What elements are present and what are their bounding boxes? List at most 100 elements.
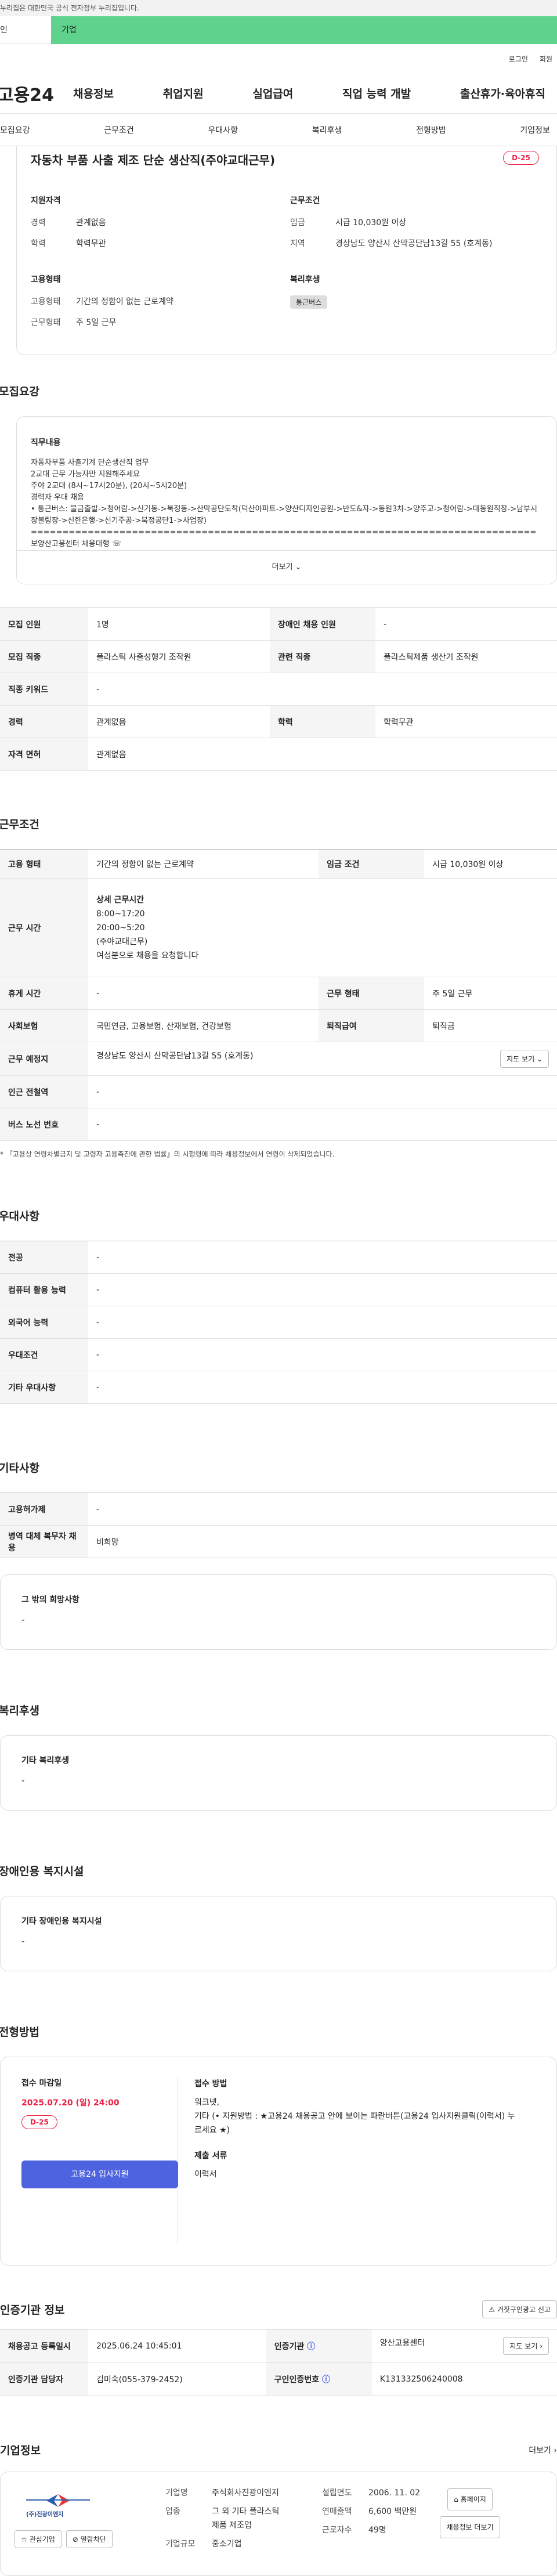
cell: 퇴직급여 — [319, 1009, 425, 1042]
cell: 고용허가제 — [0, 1493, 88, 1526]
cell: 사회보험 — [0, 1009, 88, 1042]
cell: 버스 노선 번호 — [0, 1108, 88, 1141]
info-icon[interactable]: ⓘ — [307, 2342, 315, 2351]
subnav-item[interactable]: 복리후생 — [312, 124, 342, 136]
industry-value: 그 외 기타 플라스틱 제품 제조업 — [212, 2507, 280, 2530]
table-row: 휴게 시간 - 근무 형태 주 5일 근무 — [0, 977, 557, 1010]
tab-personal[interactable]: 인 — [0, 16, 51, 44]
cell: - — [88, 1273, 557, 1306]
job-summary-card: 자동차 부품 사출 제조 단순 생산직(주야교대근무) D-25 지원자격 경력… — [16, 146, 557, 355]
cell: 관련 직종 — [270, 640, 375, 673]
cell: 퇴직금 — [424, 1009, 557, 1042]
block-company-button[interactable]: ⊘ 열람차단 — [66, 2530, 113, 2548]
etc-table: 고용허가제 - 병역 대체 복무자 채용 비희망 — [0, 1493, 557, 1558]
table-row: 병역 대체 복무자 채용 비희망 — [0, 1525, 557, 1558]
name-value: 주식회사진광이엔지 — [212, 2488, 279, 2498]
info-icon[interactable]: ⓘ — [322, 2375, 330, 2384]
block-label: 열람차단 — [80, 2535, 106, 2544]
table-row: 전공 - — [0, 1241, 557, 1274]
table-row: 근무 시간 상세 근무시간 8:00~17:20 20:00~5:20 (주야교… — [0, 878, 557, 977]
cert-map-button[interactable]: 지도 보기 › — [503, 2337, 549, 2355]
emp-count-value: 49명 — [368, 2526, 386, 2535]
est-key: 설립연도 — [322, 2488, 352, 2498]
cell: - — [88, 1306, 557, 1339]
block-icon: ⊘ — [72, 2535, 78, 2544]
table-row: 고용 형태 기간의 정함이 없는 근로계약 임금 조건 시급 10,030원 이… — [0, 849, 557, 879]
cell: 인근 전철역 — [0, 1075, 88, 1108]
table-row: 근무 예정지 경상남도 양산시 산막공단남13길 55 (호계동) 지도 보기 ⌄ — [0, 1042, 557, 1076]
cell: 국민연금, 고용보험, 산재보험, 건강보험 — [88, 1009, 319, 1042]
login-link[interactable]: 로그인 — [509, 54, 528, 64]
gov-notice-text: 누리집은 대한민국 공식 전자정부 누리집입니다. — [0, 4, 139, 12]
cell: 외국어 능력 — [0, 1306, 88, 1339]
method-label: 접수 방법 — [194, 2079, 227, 2089]
subnav-item[interactable]: 전형방법 — [416, 124, 446, 136]
cell: - — [88, 1493, 557, 1526]
place-value: 경상남도 양산시 산막공단남13길 55 (호계동) — [96, 1052, 254, 1061]
map-label: 지도 보기 — [509, 2342, 538, 2350]
company-more-label: 더보기 — [529, 2445, 551, 2455]
pref-table: 전공 - 컴퓨터 활용 능력 - 외국어 능력 - 우대조건 - 기타 우대사항 - — [0, 1241, 557, 1404]
subnav-item[interactable]: 우대사항 — [208, 124, 238, 136]
edu-key: 학력 — [31, 239, 46, 248]
docs-label: 제출 서류 — [194, 2151, 227, 2160]
table-row: 모집 직종 플라스틱 사출성형기 조작원 관련 직종 플라스틱제품 생산기 조작원 — [0, 640, 557, 673]
cell: 휴게 시간 — [0, 977, 88, 1010]
cert-agency: 양산고용센터 — [379, 2339, 425, 2348]
emptype-value: 기간의 정함이 없는 근로계약 — [76, 297, 173, 306]
exp-value: 관계없음 — [76, 218, 106, 227]
welfare-box-value: - — [21, 1775, 25, 1786]
gnb-item[interactable]: 실업급여 — [247, 85, 299, 101]
home-icon: ⌂ — [454, 2495, 458, 2503]
cell: 모집 인원 — [0, 608, 88, 641]
table-row: 컴퓨터 활용 능력 - — [0, 1273, 557, 1306]
more-label: 더보기 — [272, 563, 293, 572]
cert-no-key: 구인인증번호 — [274, 2375, 320, 2384]
join-link[interactable]: 회원 — [540, 54, 552, 64]
cell: 자격 면허 — [0, 738, 88, 771]
worktype-key: 근무형태 — [31, 318, 61, 327]
map-button[interactable]: 지도 보기 ⌄ — [500, 1050, 549, 1068]
logo-mark-icon — [26, 2494, 90, 2507]
apply-button[interactable]: 고용24 입사지원 — [21, 2160, 178, 2188]
fav-label: 관심기업 — [29, 2535, 55, 2544]
cell: 플라스틱 사출성형기 조작원 — [88, 640, 270, 673]
recruit-table: 모집 인원 1명 장애인 채용 인원 - 모집 직종 플라스틱 사출성형기 조작원 관련 직… — [0, 608, 557, 771]
method-line: 워크넷, — [194, 2098, 220, 2107]
subnav-item[interactable]: 기업정보 — [520, 124, 550, 136]
company-more-link[interactable]: 더보기 › — [529, 2444, 557, 2456]
welfare-label: 복리후생 — [290, 275, 320, 284]
conditions-heading: 근무조건 — [0, 818, 39, 831]
cond-label: 근무조건 — [290, 196, 320, 205]
cell: 우대조건 — [0, 1338, 88, 1371]
gnb-item[interactable]: 취업지원 — [157, 85, 209, 101]
table-row: 사회보험 국민연금, 고용보험, 산재보험, 건강보험 퇴직급여 퇴직금 — [0, 1009, 557, 1042]
gnb-item[interactable]: 채용정보 — [67, 85, 120, 101]
gov-notice-bar: 누리집은 대한민국 공식 전자정부 누리집입니다. — [0, 0, 557, 16]
more-jobs-button[interactable]: 채용정보 더보기 — [440, 2516, 500, 2538]
welfare-chip: 통근버스 — [290, 295, 328, 309]
subnav-item[interactable]: 모집요강 — [0, 124, 30, 136]
disab-box: 기타 장애인용 복지시설 - — [0, 1896, 557, 1971]
homepage-button[interactable]: ⌂ 홈페이지 — [447, 2488, 493, 2510]
disab-heading: 장애인용 복지시설 — [0, 1865, 84, 1878]
report-button[interactable]: ⚠ 거짓구인광고 신고 — [482, 2300, 557, 2318]
table-row: 인증기관 담당자 김미숙(055-379-2452) 구인인증번호 ⓘ K131… — [0, 2362, 557, 2396]
subnav-item[interactable]: 근무조건 — [104, 124, 134, 136]
job-desc-text: 자동차부품 사출기계 단순생산직 업무 2교대 근무 가능자만 지원해주세요 주… — [31, 458, 538, 556]
tab-company[interactable]: 기업 — [51, 16, 557, 44]
table-row: 인근 전철역 - — [0, 1075, 557, 1108]
gnb-item[interactable]: 출산휴가·육아휴직 — [454, 85, 551, 101]
table-row: 직종 키워드 - — [0, 673, 557, 706]
apply-dday-badge: D-25 — [21, 2115, 57, 2129]
more-button[interactable]: 더보기 ⌄ — [17, 550, 556, 584]
emp-label: 고용형태 — [31, 275, 61, 284]
apply-heading: 전형방법 — [0, 2026, 39, 2039]
welfare-heading: 복리후생 — [0, 1704, 39, 1717]
site-logo[interactable]: 고용24 — [0, 81, 67, 106]
gnb-item[interactable]: 직업 능력 개발 — [337, 85, 417, 101]
exp-key: 경력 — [31, 218, 46, 227]
fav-company-button[interactable]: ☆ 관심기업 — [15, 2530, 62, 2548]
cell: 직종 키워드 — [0, 673, 88, 706]
table-row: 자격 면허 관계없음 — [0, 738, 557, 771]
